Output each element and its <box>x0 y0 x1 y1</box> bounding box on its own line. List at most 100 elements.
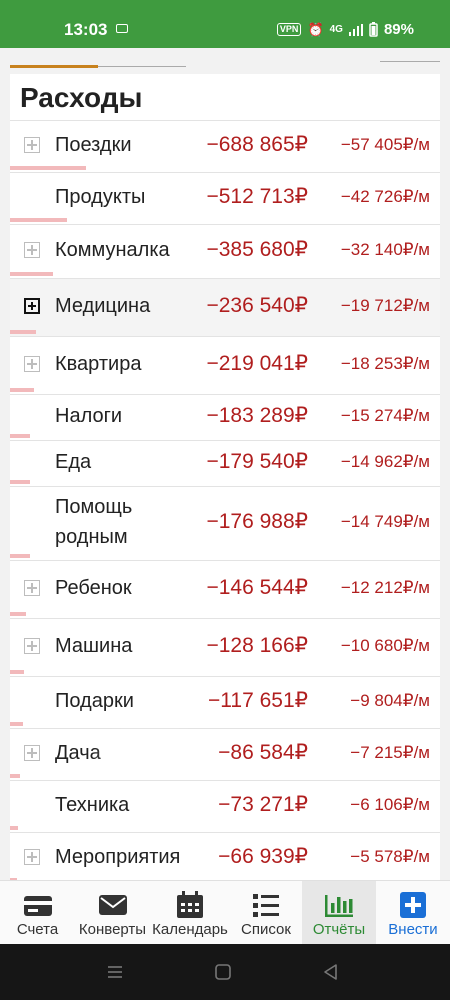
bar-chart-icon <box>325 895 353 917</box>
expense-monthly: −19 712₽/м <box>340 296 430 315</box>
expense-proportion-bar <box>10 434 30 438</box>
expense-row[interactable]: Медицина −236 540₽ −19 712₽/м <box>10 278 440 336</box>
expense-row[interactable]: Квартира −219 041₽ −18 253₽/м <box>10 336 440 394</box>
tab-right-underline[interactable] <box>380 61 440 62</box>
expand-plus-icon[interactable] <box>24 137 40 153</box>
expense-total: −66 939₽ <box>218 845 308 868</box>
nav-accounts[interactable]: Счета <box>0 881 75 945</box>
expense-proportion-bar <box>10 388 34 392</box>
nav-list[interactable]: Список <box>230 881 302 945</box>
recent-apps-icon[interactable] <box>105 962 125 982</box>
tab-inactive-underline[interactable] <box>98 66 186 67</box>
expense-total: −179 540₽ <box>206 450 308 473</box>
expense-row[interactable]: Коммуналка −385 680₽ −32 140₽/м <box>10 224 440 278</box>
expense-monthly: −32 140₽/м <box>340 240 430 259</box>
envelope-icon <box>98 895 127 915</box>
expense-proportion-bar <box>10 330 36 334</box>
signal-icon: 4G <box>329 24 343 35</box>
expand-plus-icon[interactable] <box>24 745 40 761</box>
expand-plus-icon[interactable] <box>24 242 40 258</box>
expense-category-label: Налоги <box>55 405 123 427</box>
nav-calendar[interactable]: Календарь <box>150 881 230 945</box>
expense-total: −236 540₽ <box>206 294 308 317</box>
nav-label: Отчёты <box>312 921 366 938</box>
list-icon <box>253 894 279 917</box>
expense-category-label: Машина <box>55 635 133 657</box>
nav-envelopes[interactable]: Конверты <box>75 881 150 945</box>
expense-proportion-bar <box>10 774 20 778</box>
expense-proportion-bar <box>10 218 67 222</box>
home-icon[interactable] <box>213 962 233 982</box>
page-title: Расходы <box>20 82 143 113</box>
expense-monthly: −42 726₽/м <box>340 187 430 206</box>
expense-row[interactable]: Машина −128 166₽ −10 680₽/м <box>10 618 440 676</box>
nav-label: Конверты <box>78 921 147 938</box>
nav-label: Календарь <box>152 921 228 938</box>
battery-icon <box>369 22 378 37</box>
expense-total: −117 651₽ <box>208 689 308 712</box>
system-navigation-bar <box>0 944 450 1000</box>
nav-reports[interactable]: Отчёты <box>302 881 376 945</box>
expense-monthly: −14 962₽/м <box>340 452 430 471</box>
back-icon[interactable] <box>321 962 341 982</box>
expand-plus-icon[interactable] <box>24 638 40 654</box>
expense-category-label: Еда <box>55 451 92 473</box>
vpn-badge: VPN <box>276 23 302 36</box>
notification-icon <box>116 24 128 33</box>
tab-active-underline[interactable] <box>10 65 98 68</box>
signal-bars-icon <box>348 23 363 36</box>
expense-proportion-bar <box>10 670 24 674</box>
expense-category-label: Поездки <box>55 134 132 156</box>
status-time: 13:03 <box>64 20 108 39</box>
expense-total: −128 166₽ <box>206 634 308 657</box>
expense-proportion-bar <box>10 272 53 276</box>
expense-row[interactable]: Ребенок −146 544₽ −12 212₽/м <box>10 560 440 618</box>
expense-category-label: Квартира <box>55 353 142 375</box>
expense-proportion-bar <box>10 480 30 484</box>
obscured-area <box>110 741 190 765</box>
expense-proportion-bar <box>10 554 30 558</box>
bottom-nav: Счета Конверты Календарь Список Отчёты В… <box>0 880 450 945</box>
expense-row[interactable]: Подарки −117 651₽ −9 804₽/м <box>10 676 440 728</box>
expense-row[interactable]: Дача −86 584₽ −7 215₽/м <box>10 728 440 780</box>
expand-plus-icon[interactable] <box>24 298 40 314</box>
expense-category-label: Ребенок <box>55 577 132 599</box>
expense-monthly: −12 212₽/м <box>340 578 430 597</box>
expense-row[interactable]: Продукты −512 713₽ −42 726₽/м <box>10 172 440 224</box>
expense-total: −146 544₽ <box>206 576 308 599</box>
expand-plus-icon[interactable] <box>24 849 40 865</box>
expense-row[interactable]: Налоги −183 289₽ −15 274₽/м <box>10 394 440 440</box>
expense-row[interactable]: Помощь родным −176 988₽ −14 749₽/м <box>10 486 440 560</box>
expense-category-label: Мероприятия <box>55 846 181 868</box>
expense-category-label: Медицина <box>55 295 151 317</box>
expense-monthly: −6 106₽/м <box>350 795 430 814</box>
alarm-icon: ⏰ <box>307 21 324 37</box>
expense-row[interactable]: Техника −73 271₽ −6 106₽/м <box>10 780 440 832</box>
expense-category-label: Дача <box>55 742 101 764</box>
expense-total: −688 865₽ <box>206 133 308 156</box>
expense-category-label: Коммуналка <box>55 239 170 261</box>
expense-row[interactable]: Еда −179 540₽ −14 962₽/м <box>10 440 440 486</box>
expense-monthly: −18 253₽/м <box>340 354 430 373</box>
nav-label: Внести <box>388 921 438 938</box>
expense-proportion-bar <box>10 826 18 830</box>
expense-monthly: −14 749₽/м <box>340 512 430 531</box>
status-bar: 13:03 VPN ⏰ 4G 89% <box>0 0 450 48</box>
expense-proportion-bar <box>10 612 26 616</box>
expense-category-label: Продукты <box>55 186 146 208</box>
expense-monthly: −10 680₽/м <box>340 636 430 655</box>
nav-label: Список <box>241 921 291 938</box>
expense-monthly: −7 215₽/м <box>350 743 430 762</box>
expense-row[interactable]: Мероприятия −66 939₽ −5 578₽/м <box>10 832 440 880</box>
calendar-icon <box>177 891 203 918</box>
expense-monthly: −57 405₽/м <box>340 135 430 154</box>
expense-category-label: Техника <box>55 794 130 816</box>
expenses-card: Расходы Поездки −688 865₽ −57 405₽/м Продук… <box>10 74 440 880</box>
expand-plus-icon[interactable] <box>24 580 40 596</box>
nav-add[interactable]: Внести <box>376 881 450 945</box>
expand-plus-icon[interactable] <box>24 356 40 372</box>
expense-row[interactable]: Поездки −688 865₽ −57 405₽/м <box>10 120 440 172</box>
expense-total: −512 713₽ <box>206 185 308 208</box>
expense-category-label: Подарки <box>55 690 134 712</box>
expense-proportion-bar <box>10 166 86 170</box>
